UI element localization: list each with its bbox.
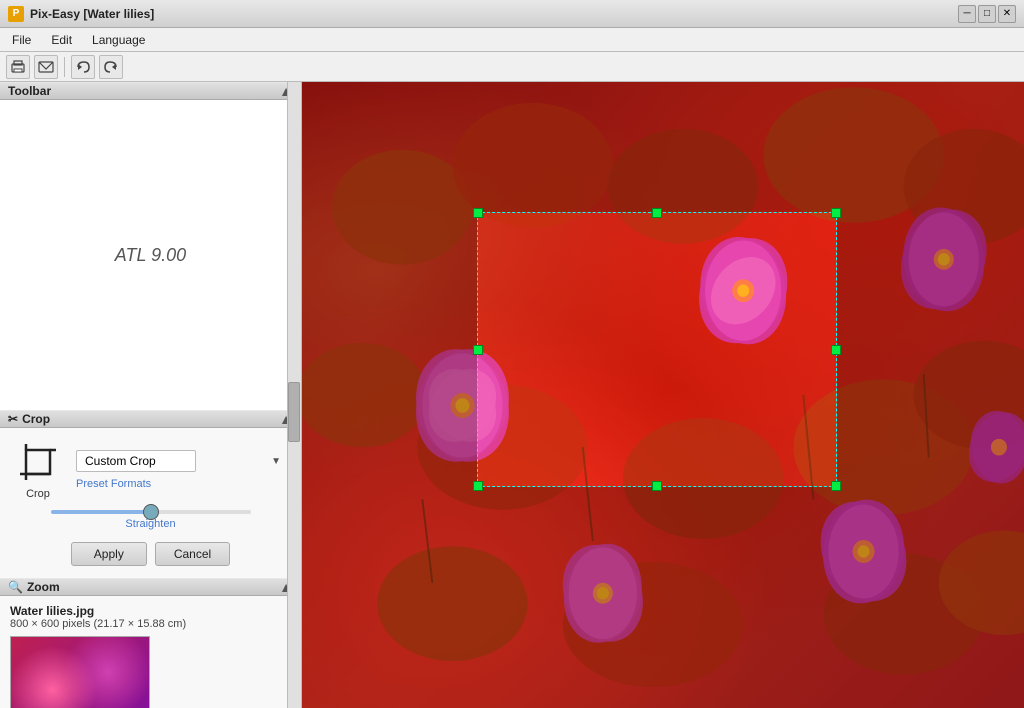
redo-button[interactable] <box>99 55 123 79</box>
main-layout: Toolbar ▲ ATL 9.00 ✂ Crop ▲ <box>0 82 1024 708</box>
straighten-slider[interactable] <box>51 510 251 514</box>
left-panel: Toolbar ▲ ATL 9.00 ✂ Crop ▲ <box>0 82 302 708</box>
crop-buttons: Apply Cancel <box>16 542 285 566</box>
toolbar-section-label: Toolbar <box>8 84 51 98</box>
titlebar: P Pix-Easy [Water lilies] ─ □ ✕ <box>0 0 1024 28</box>
crop-selection[interactable] <box>477 212 837 487</box>
crop-tool-icon <box>16 440 60 484</box>
maximize-button[interactable]: □ <box>978 5 996 23</box>
crop-handle-bottom-left[interactable] <box>473 481 483 491</box>
main-image <box>302 82 1024 708</box>
crop-controls: Custom Crop 1:1 4:3 16:9 3:2 ▼ Preset Fo… <box>76 450 285 490</box>
print-button[interactable] <box>6 55 30 79</box>
crop-handle-middle-left[interactable] <box>473 345 483 355</box>
apply-button[interactable]: Apply <box>71 542 147 566</box>
zoom-filename: Water lilies.jpg <box>10 604 291 618</box>
toolbar-panel: ATL 9.00 <box>0 100 301 410</box>
crop-handle-bottom-right[interactable] <box>831 481 841 491</box>
zoom-section-label: Zoom <box>27 580 60 594</box>
zoom-info: 800 × 600 pixels (21.17 × 15.88 cm) <box>10 618 291 630</box>
zoom-section-icon: 🔍 <box>8 580 23 594</box>
close-button[interactable]: ✕ <box>998 5 1016 23</box>
straighten-area: Straighten <box>16 510 285 530</box>
menu-file[interactable]: File <box>4 31 39 49</box>
crop-tool-label: Crop <box>26 488 50 500</box>
menu-edit[interactable]: Edit <box>43 31 80 49</box>
straighten-label[interactable]: Straighten <box>125 518 175 530</box>
undo-button[interactable] <box>71 55 95 79</box>
zoom-thumb-image <box>11 637 149 708</box>
crop-handle-top-middle[interactable] <box>652 208 662 218</box>
crop-handle-middle-right[interactable] <box>831 345 841 355</box>
crop-handle-bottom-middle[interactable] <box>652 481 662 491</box>
image-area <box>302 82 1024 708</box>
crop-icon-area: Crop <box>16 440 60 500</box>
crop-dropdown-arrow-icon: ▼ <box>271 456 281 467</box>
crop-panel: Crop Custom Crop 1:1 4:3 16:9 3:2 ▼ Pres… <box>0 428 301 578</box>
crop-top-row: Crop Custom Crop 1:1 4:3 16:9 3:2 ▼ Pres… <box>16 440 285 500</box>
cancel-button[interactable]: Cancel <box>155 542 230 566</box>
window-title: Pix-Easy [Water lilies] <box>30 7 958 21</box>
menubar: File Edit Language <box>0 28 1024 52</box>
crop-handle-top-left[interactable] <box>473 208 483 218</box>
zoom-section-header: 🔍 Zoom ▲ <box>0 578 301 596</box>
toolbar-section-header: Toolbar ▲ <box>0 82 301 100</box>
zoom-thumbnail <box>10 636 150 708</box>
crop-format-select[interactable]: Custom Crop 1:1 4:3 16:9 3:2 <box>76 450 196 472</box>
app-icon: P <box>8 6 24 22</box>
left-scrollbar[interactable] <box>287 82 301 708</box>
zoom-panel: Water lilies.jpg 800 × 600 pixels (21.17… <box>0 596 301 708</box>
crop-section-header: ✂ Crop ▲ <box>0 410 301 428</box>
scrollbar-thumb[interactable] <box>288 382 300 442</box>
mail-button[interactable] <box>34 55 58 79</box>
atl-value: ATL 9.00 <box>115 245 186 266</box>
window-controls: ─ □ ✕ <box>958 5 1016 23</box>
minimize-button[interactable]: ─ <box>958 5 976 23</box>
crop-section-label: Crop <box>22 412 50 426</box>
zoom-content: Water lilies.jpg 800 × 600 pixels (21.17… <box>0 596 301 708</box>
crop-handle-top-right[interactable] <box>831 208 841 218</box>
toolbar-row <box>0 52 1024 82</box>
toolbar-separator <box>64 57 65 77</box>
menu-language[interactable]: Language <box>84 31 153 49</box>
crop-dropdown-wrap: Custom Crop 1:1 4:3 16:9 3:2 ▼ <box>76 450 285 472</box>
crop-section-icon: ✂ <box>8 412 18 426</box>
preset-formats-link[interactable]: Preset Formats <box>76 478 285 490</box>
